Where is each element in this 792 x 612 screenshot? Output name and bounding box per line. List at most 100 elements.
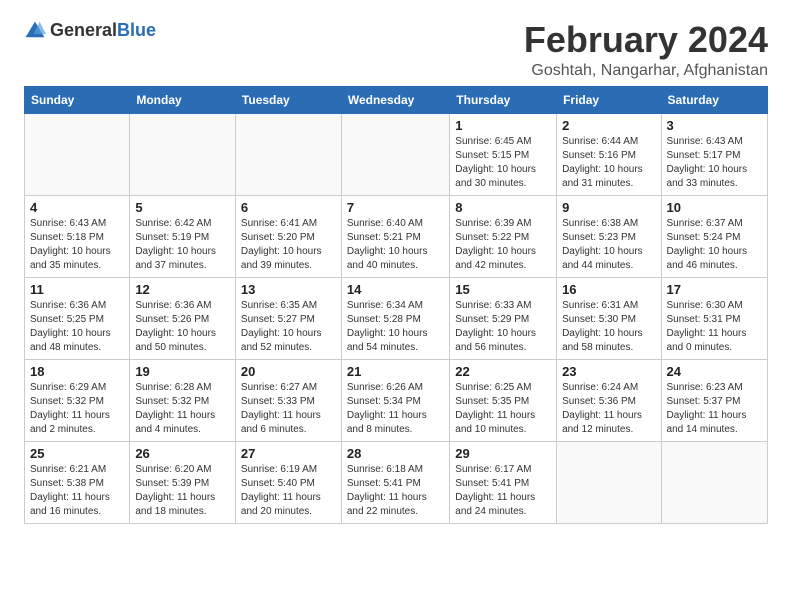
- day-detail: Sunrise: 6:19 AMSunset: 5:40 PMDaylight:…: [241, 463, 336, 519]
- day-number: 28: [347, 446, 444, 461]
- calendar-cell: 7 Sunrise: 6:40 AMSunset: 5:21 PMDaylight…: [341, 195, 449, 277]
- day-detail: Sunrise: 6:25 AMSunset: 5:35 PMDaylight:…: [455, 381, 551, 437]
- day-detail: Sunrise: 6:23 AMSunset: 5:37 PMDaylight:…: [667, 381, 762, 437]
- day-detail: Sunrise: 6:37 AMSunset: 5:24 PMDaylight:…: [667, 217, 762, 273]
- calendar-cell: [341, 113, 449, 195]
- weekday-header: Thursday: [450, 86, 557, 113]
- calendar-title: February 2024: [524, 20, 768, 60]
- calendar-week-row: 1Sunrise: 6:45 AMSunset: 5:15 PMDaylight…: [25, 113, 768, 195]
- calendar-cell: 10 Sunrise: 6:37 AMSunset: 5:24 PMDayligh…: [661, 195, 767, 277]
- day-detail: Sunrise: 6:40 AMSunset: 5:21 PMDaylight:…: [347, 217, 444, 273]
- day-detail: Sunrise: 6:42 AMSunset: 5:19 PMDaylight:…: [135, 217, 230, 273]
- day-number: 6: [241, 200, 336, 215]
- day-number: 22: [455, 364, 551, 379]
- weekday-header: Wednesday: [341, 86, 449, 113]
- calendar-cell: 2 Sunrise: 6:44 AMSunset: 5:16 PMDaylight…: [557, 113, 661, 195]
- calendar-cell: [557, 441, 661, 523]
- calendar-cell: [25, 113, 130, 195]
- day-detail: Sunrise: 6:26 AMSunset: 5:34 PMDaylight:…: [347, 381, 444, 437]
- calendar-cell: 28 Sunrise: 6:18 AMSunset: 5:41 PMDayligh…: [341, 441, 449, 523]
- calendar-cell: 21 Sunrise: 6:26 AMSunset: 5:34 PMDayligh…: [341, 359, 449, 441]
- calendar-cell: 16Sunrise: 6:31 AMSunset: 5:30 PMDayligh…: [557, 277, 661, 359]
- calendar-cell: 22 Sunrise: 6:25 AMSunset: 5:35 PMDayligh…: [450, 359, 557, 441]
- weekday-header: Tuesday: [235, 86, 341, 113]
- calendar-week-row: 4Sunrise: 6:43 AMSunset: 5:18 PMDaylight…: [25, 195, 768, 277]
- day-number: 20: [241, 364, 336, 379]
- calendar-cell: 15Sunrise: 6:33 AMSunset: 5:29 PMDayligh…: [450, 277, 557, 359]
- day-number: 23: [562, 364, 655, 379]
- calendar-cell: 8 Sunrise: 6:39 AMSunset: 5:22 PMDaylight…: [450, 195, 557, 277]
- calendar-cell: [235, 113, 341, 195]
- calendar-cell: 26 Sunrise: 6:20 AMSunset: 5:39 PMDayligh…: [130, 441, 236, 523]
- calendar-cell: [130, 113, 236, 195]
- day-detail: Sunrise: 6:28 AMSunset: 5:32 PMDaylight:…: [135, 381, 230, 437]
- day-detail: Sunrise: 6:24 AMSunset: 5:36 PMDaylight:…: [562, 381, 655, 437]
- calendar-cell: 13 Sunrise: 6:35 AMSunset: 5:27 PMDayligh…: [235, 277, 341, 359]
- day-number: 19: [135, 364, 230, 379]
- calendar-table: SundayMondayTuesdayWednesdayThursdayFrid…: [24, 86, 768, 524]
- calendar-cell: 11Sunrise: 6:36 AMSunset: 5:25 PMDayligh…: [25, 277, 130, 359]
- calendar-cell: 20 Sunrise: 6:27 AMSunset: 5:33 PMDayligh…: [235, 359, 341, 441]
- day-detail: Sunrise: 6:41 AMSunset: 5:20 PMDaylight:…: [241, 217, 336, 273]
- calendar-cell: 23 Sunrise: 6:24 AMSunset: 5:36 PMDayligh…: [557, 359, 661, 441]
- day-number: 11: [30, 282, 124, 297]
- calendar-subtitle: Goshtah, Nangarhar, Afghanistan: [524, 62, 768, 80]
- weekday-header: Friday: [557, 86, 661, 113]
- calendar-title-area: February 2024 Goshtah, Nangarhar, Afghan…: [524, 20, 768, 80]
- day-detail: Sunrise: 6:44 AMSunset: 5:16 PMDaylight:…: [562, 135, 655, 191]
- logo-general: General: [50, 21, 117, 41]
- calendar-cell: 9Sunrise: 6:38 AMSunset: 5:23 PMDaylight…: [557, 195, 661, 277]
- day-number: 2: [562, 118, 655, 133]
- day-number: 25: [30, 446, 124, 461]
- calendar-cell: 19 Sunrise: 6:28 AMSunset: 5:32 PMDayligh…: [130, 359, 236, 441]
- calendar-cell: 1Sunrise: 6:45 AMSunset: 5:15 PMDaylight…: [450, 113, 557, 195]
- logo-blue: Blue: [117, 21, 156, 41]
- day-detail: Sunrise: 6:20 AMSunset: 5:39 PMDaylight:…: [135, 463, 230, 519]
- day-detail: Sunrise: 6:39 AMSunset: 5:22 PMDaylight:…: [455, 217, 551, 273]
- day-number: 9: [562, 200, 655, 215]
- day-number: 1: [455, 118, 551, 133]
- day-number: 26: [135, 446, 230, 461]
- day-number: 24: [667, 364, 762, 379]
- day-detail: Sunrise: 6:34 AMSunset: 5:28 PMDaylight:…: [347, 299, 444, 355]
- day-number: 29: [455, 446, 551, 461]
- day-detail: Sunrise: 6:17 AMSunset: 5:41 PMDaylight:…: [455, 463, 551, 519]
- day-number: 10: [667, 200, 762, 215]
- calendar-cell: 4Sunrise: 6:43 AMSunset: 5:18 PMDaylight…: [25, 195, 130, 277]
- calendar-cell: 17Sunrise: 6:30 AMSunset: 5:31 PMDayligh…: [661, 277, 767, 359]
- calendar-week-row: 11Sunrise: 6:36 AMSunset: 5:25 PMDayligh…: [25, 277, 768, 359]
- calendar-week-row: 25 Sunrise: 6:21 AMSunset: 5:38 PMDayligh…: [25, 441, 768, 523]
- day-detail: Sunrise: 6:30 AMSunset: 5:31 PMDaylight:…: [667, 299, 762, 355]
- day-number: 15: [455, 282, 551, 297]
- day-number: 5: [135, 200, 230, 215]
- day-detail: Sunrise: 6:18 AMSunset: 5:41 PMDaylight:…: [347, 463, 444, 519]
- calendar-cell: 29 Sunrise: 6:17 AMSunset: 5:41 PMDayligh…: [450, 441, 557, 523]
- day-number: 4: [30, 200, 124, 215]
- day-number: 13: [241, 282, 336, 297]
- day-number: 7: [347, 200, 444, 215]
- calendar-cell: 5 Sunrise: 6:42 AMSunset: 5:19 PMDaylight…: [130, 195, 236, 277]
- day-detail: Sunrise: 6:29 AMSunset: 5:32 PMDaylight:…: [30, 381, 124, 437]
- page-header: General Blue February 2024 Goshtah, Nang…: [24, 20, 768, 80]
- day-number: 3: [667, 118, 762, 133]
- weekday-header: Saturday: [661, 86, 767, 113]
- weekday-header: Sunday: [25, 86, 130, 113]
- day-number: 8: [455, 200, 551, 215]
- day-detail: Sunrise: 6:31 AMSunset: 5:30 PMDaylight:…: [562, 299, 655, 355]
- calendar-header-row: SundayMondayTuesdayWednesdayThursdayFrid…: [25, 86, 768, 113]
- calendar-cell: 24 Sunrise: 6:23 AMSunset: 5:37 PMDayligh…: [661, 359, 767, 441]
- logo: General Blue: [24, 20, 156, 42]
- weekday-header: Monday: [130, 86, 236, 113]
- calendar-week-row: 18 Sunrise: 6:29 AMSunset: 5:32 PMDayligh…: [25, 359, 768, 441]
- day-number: 21: [347, 364, 444, 379]
- day-detail: Sunrise: 6:27 AMSunset: 5:33 PMDaylight:…: [241, 381, 336, 437]
- day-detail: Sunrise: 6:43 AMSunset: 5:17 PMDaylight:…: [667, 135, 762, 191]
- day-number: 14: [347, 282, 444, 297]
- day-detail: Sunrise: 6:21 AMSunset: 5:38 PMDaylight:…: [30, 463, 124, 519]
- day-detail: Sunrise: 6:35 AMSunset: 5:27 PMDaylight:…: [241, 299, 336, 355]
- day-number: 27: [241, 446, 336, 461]
- calendar-cell: 25 Sunrise: 6:21 AMSunset: 5:38 PMDayligh…: [25, 441, 130, 523]
- calendar-cell: 12Sunrise: 6:36 AMSunset: 5:26 PMDayligh…: [130, 277, 236, 359]
- day-detail: Sunrise: 6:36 AMSunset: 5:26 PMDaylight:…: [135, 299, 230, 355]
- day-number: 18: [30, 364, 124, 379]
